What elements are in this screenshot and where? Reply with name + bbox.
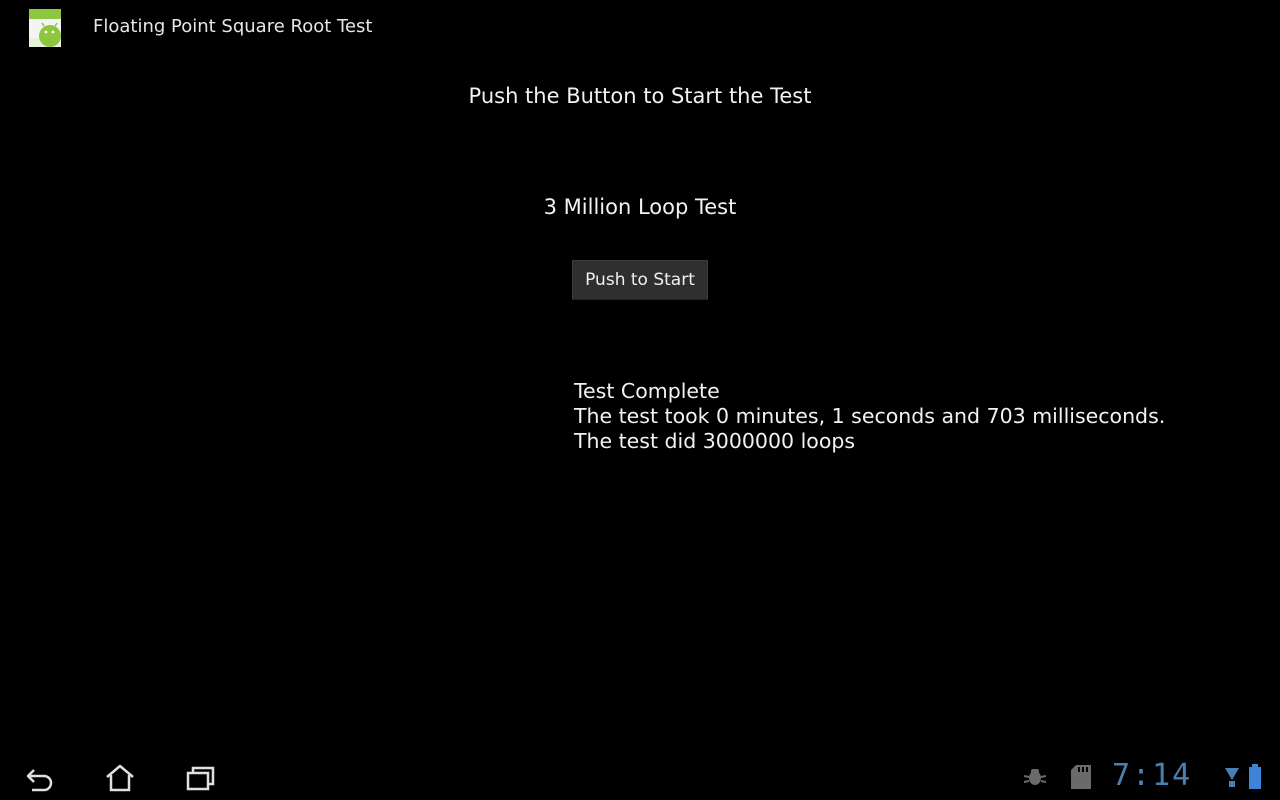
instruction-text: Push the Button to Start the Test	[468, 84, 812, 108]
system-bar: 7:14	[0, 752, 1280, 800]
app-title: Floating Point Square Root Test	[93, 16, 373, 37]
results-panel: Test Complete The test took 0 minutes, 1…	[574, 379, 1165, 454]
back-button[interactable]	[20, 760, 60, 796]
recent-apps-icon	[186, 766, 215, 791]
start-button[interactable]: Push to Start	[572, 260, 708, 300]
sd-card-icon	[1071, 765, 1091, 789]
back-icon	[26, 769, 53, 792]
usb-debugging-icon	[1023, 769, 1047, 785]
status-clock: 7:14	[1112, 758, 1193, 793]
android-app-icon[interactable]	[28, 8, 62, 48]
signal-icon	[1225, 768, 1239, 787]
result-loops: The test did 3000000 loops	[574, 429, 856, 453]
home-button[interactable]	[100, 760, 140, 796]
result-status: Test Complete	[574, 379, 720, 403]
result-duration: The test took 0 minutes, 1 seconds and 7…	[574, 404, 1166, 428]
action-bar: Floating Point Square Root Test	[0, 0, 1280, 56]
app-screen: Floating Point Square Root Test Push the…	[0, 0, 1280, 800]
battery-icon	[1249, 764, 1261, 789]
loop-test-label: 3 Million Loop Test	[543, 195, 737, 219]
home-icon	[106, 764, 134, 792]
recent-apps-button[interactable]	[180, 760, 220, 796]
status-area[interactable]: 7:14	[1000, 752, 1280, 800]
